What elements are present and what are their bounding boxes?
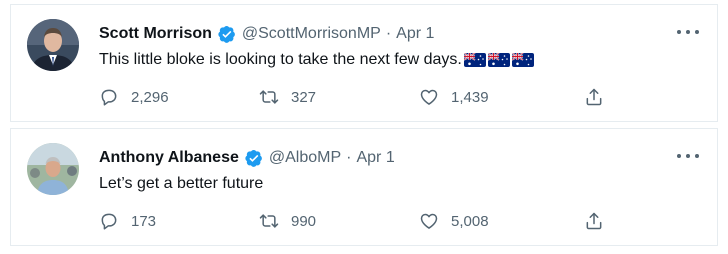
author-handle[interactable]: @ScottMorrisonMP (242, 25, 381, 43)
tweet-date[interactable]: Apr 1 (356, 149, 394, 167)
tweet-actions: 2,296 327 1,439 (99, 87, 617, 109)
avatar[interactable] (27, 19, 79, 71)
retweet-icon (259, 87, 279, 107)
avatar-image (27, 19, 79, 71)
tweet-text-container: This little bloke is looking to take the… (99, 51, 534, 69)
like-icon (419, 211, 439, 231)
tweet-header: Anthony Albanese @AlboMP · Apr 1 (99, 147, 701, 169)
retweet-button[interactable]: 990 (259, 211, 316, 231)
australia-flag-icon (512, 53, 534, 67)
share-button[interactable] (584, 211, 616, 231)
avatar-image (27, 143, 79, 195)
more-icon[interactable] (677, 147, 699, 165)
author-name[interactable]: Scott Morrison (99, 25, 212, 43)
tweet-actions: 173 990 5,008 (99, 211, 617, 233)
tweet-text: This little bloke is looking to take the… (99, 51, 462, 68)
avatar[interactable] (27, 143, 79, 195)
retweet-count: 327 (291, 88, 317, 106)
tweet-anthony-albanese[interactable]: Anthony Albanese @AlboMP · Apr 1 Let’s g… (10, 128, 718, 246)
like-button[interactable]: 1,439 (419, 87, 489, 107)
retweet-icon (259, 211, 279, 231)
retweet-count: 990 (291, 212, 317, 230)
author-handle[interactable]: @AlboMP (269, 149, 341, 167)
like-count: 1,439 (451, 88, 489, 106)
like-icon (419, 87, 439, 107)
tweet-scott-morrison[interactable]: Scott Morrison @ScottMorrisonMP · Apr 1 … (10, 4, 718, 122)
retweet-button[interactable]: 327 (259, 87, 316, 107)
share-icon (584, 87, 604, 107)
verified-badge-icon (245, 149, 263, 167)
reply-button[interactable]: 173 (99, 211, 156, 231)
reply-icon (99, 211, 119, 231)
tweet-date[interactable]: Apr 1 (396, 25, 434, 43)
tweet-text-container: Let’s get a better future (99, 175, 263, 193)
like-button[interactable]: 5,008 (419, 211, 489, 231)
more-icon[interactable] (677, 23, 699, 41)
verified-badge-icon (218, 25, 236, 43)
tweet-text: Let’s get a better future (99, 175, 264, 192)
separator: · (346, 149, 352, 166)
share-button[interactable] (584, 87, 616, 107)
reply-button[interactable]: 2,296 (99, 87, 169, 107)
separator: · (385, 25, 392, 42)
australia-flag-icon (464, 53, 486, 67)
share-icon (584, 211, 604, 231)
reply-count: 2,296 (131, 88, 169, 106)
author-name[interactable]: Anthony Albanese (99, 149, 239, 167)
like-count: 5,008 (451, 212, 489, 230)
tweet-header: Scott Morrison @ScottMorrisonMP · Apr 1 (99, 23, 701, 45)
reply-count: 173 (131, 212, 157, 230)
reply-icon (99, 87, 119, 107)
australia-flag-icon (488, 53, 510, 67)
